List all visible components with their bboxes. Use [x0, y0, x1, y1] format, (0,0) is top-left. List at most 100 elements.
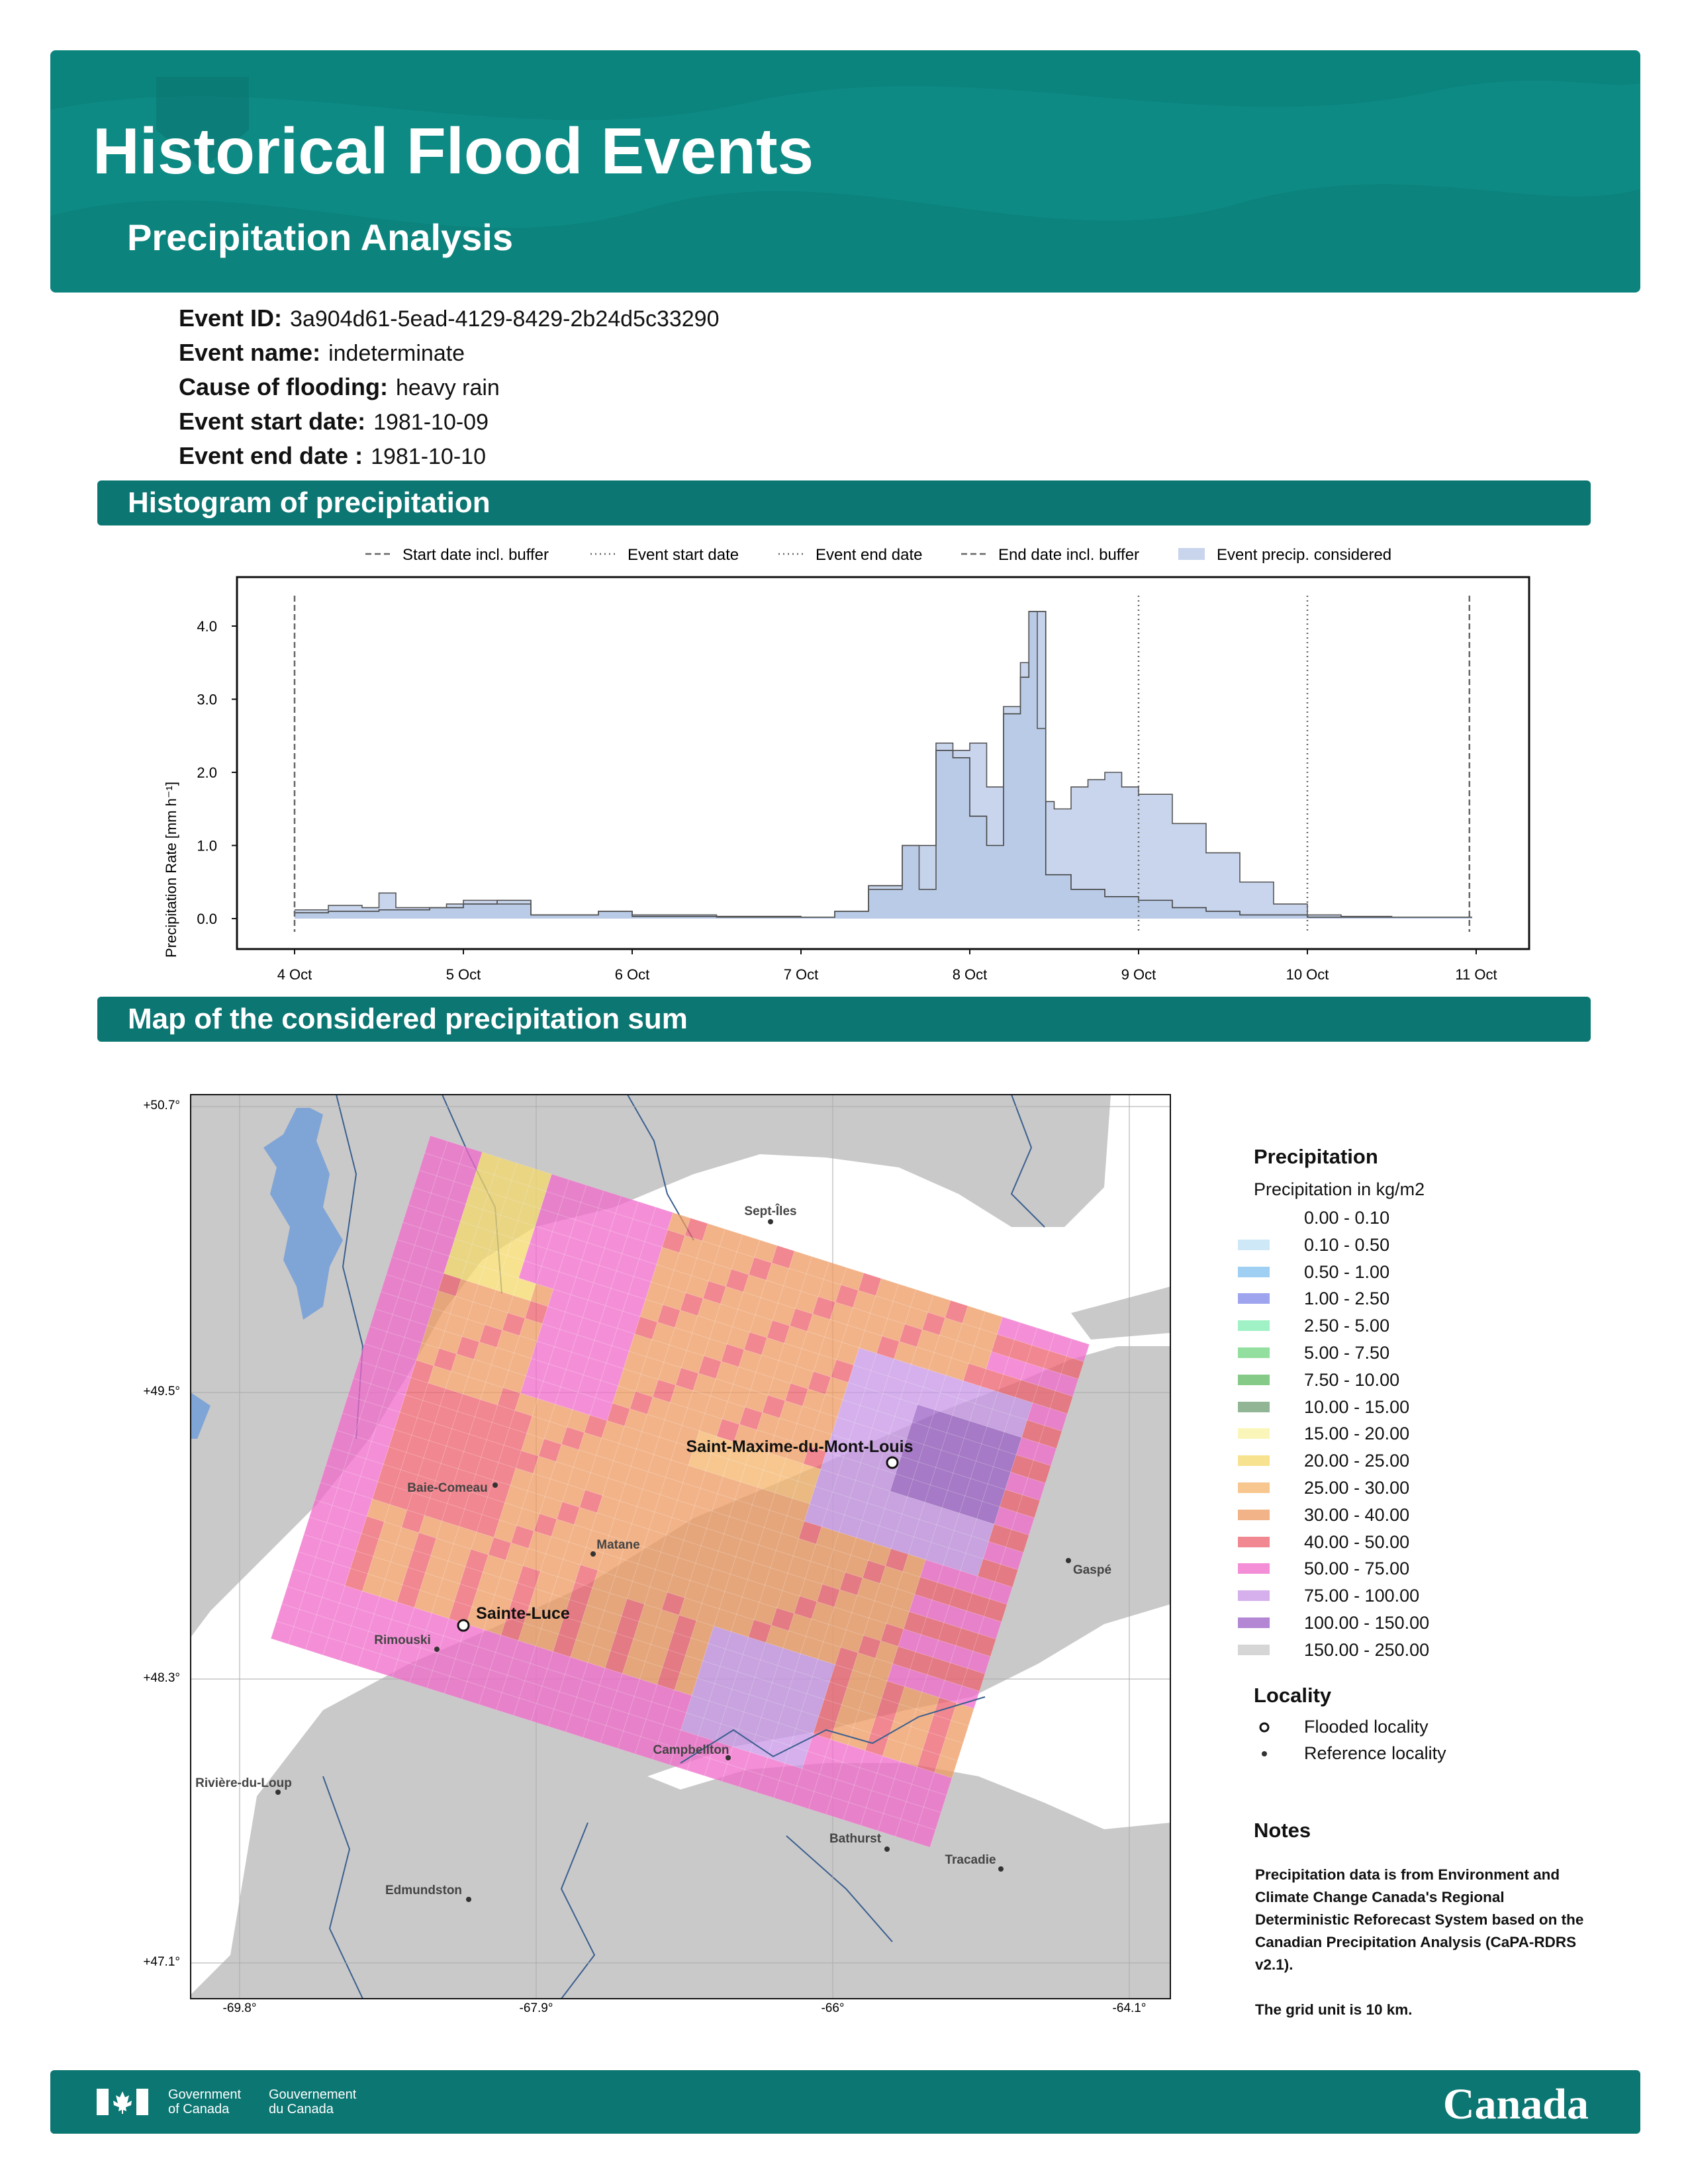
legend-swatch — [1238, 1482, 1270, 1493]
x-tick-label: 10 Oct — [1286, 966, 1329, 983]
flooded-locality-marker — [457, 1619, 470, 1632]
event-start-value: 1981-10-09 — [373, 410, 489, 435]
notes-title: Notes — [1254, 1819, 1311, 1842]
legend-class-label: 20.00 - 25.00 — [1304, 1451, 1410, 1471]
locality-label: Baie-Comeau — [407, 1481, 487, 1495]
histogram-legend: Start date incl. buffer Event start date… — [365, 546, 1391, 564]
canada-flag-icon — [97, 2089, 148, 2115]
event-id-value: 3a904d61-5ead-4129-8429-2b24d5c33290 — [290, 306, 720, 332]
legend-class-label: 10.00 - 15.00 — [1304, 1396, 1410, 1417]
event-cause-value: heavy rain — [395, 375, 500, 400]
event-name-label: Event name: — [179, 339, 321, 366]
y-axis-label: Precipitation Rate [mm h⁻¹] — [163, 782, 179, 958]
legend-class-label: 0.10 - 0.50 — [1304, 1234, 1390, 1255]
reference-locality-marker — [1066, 1558, 1071, 1563]
legend-title: Precipitation — [1254, 1145, 1378, 1168]
legend-swatch — [1238, 1428, 1270, 1439]
reference-locality-marker — [275, 1790, 281, 1795]
legend-swatch — [1238, 1212, 1270, 1223]
legend-class-label: 50.00 - 75.00 — [1304, 1559, 1410, 1579]
event-id-label: Event ID: — [179, 304, 283, 332]
legend-class-label: 100.00 - 150.00 — [1304, 1613, 1430, 1633]
locality-legend-title: Locality — [1254, 1684, 1332, 1707]
gov-en-line1: Government — [168, 2087, 242, 2102]
x-tick-label: 7 Oct — [784, 966, 819, 983]
gov-en-line2: of Canada — [168, 2102, 230, 2116]
flooded-locality-label: Saint-Maxime-du-Mont-Louis — [686, 1437, 913, 1456]
locality-label: Bathurst — [829, 1832, 882, 1846]
y-tick-label: 3.0 — [197, 692, 217, 708]
legend-class-label: 0.50 - 1.00 — [1304, 1261, 1390, 1282]
locality-label: Matane — [596, 1538, 639, 1552]
reference-locality-marker — [434, 1647, 440, 1652]
legend-class-label: 0.00 - 0.10 — [1304, 1208, 1390, 1228]
legend-class-label: 7.50 - 10.00 — [1304, 1369, 1400, 1390]
legend-swatch — [1238, 1563, 1270, 1574]
y-tick-label: 4.0 — [197, 618, 217, 635]
legend-swatch — [1238, 1455, 1270, 1467]
gov-fr-line1: Gouvernement — [269, 2087, 357, 2102]
event-cause-row: Cause of flooding: heavy rain — [179, 373, 500, 401]
event-cause-label: Cause of flooding: — [179, 373, 388, 400]
legend-start-buffer: Start date incl. buffer — [402, 546, 549, 564]
map-section-header: Map of the considered precipitation sum — [97, 997, 1591, 1042]
notes-text: Precipitation data is from Environment a… — [1255, 1866, 1584, 1973]
x-tick-label: 8 Oct — [953, 966, 988, 983]
lat-tick: +49.5° — [143, 1385, 180, 1398]
locality-label: Rivière-du-Loup — [195, 1776, 292, 1790]
locality-label: Gaspé — [1073, 1563, 1111, 1577]
reference-locality-marker — [998, 1866, 1004, 1872]
footer: Government of Canada Gouvernement du Can… — [50, 2070, 1640, 2134]
notes-body: Precipitation data is from Environment a… — [1255, 1864, 1599, 2021]
event-end-row: Event end date : 1981-10-10 — [179, 442, 486, 470]
legend-flooded-label: Flooded locality — [1304, 1717, 1429, 1737]
legend-reference-label: Reference locality — [1304, 1743, 1446, 1763]
reference-locality-marker — [466, 1897, 471, 1902]
legend-swatch — [1238, 1239, 1270, 1250]
notes-grid-unit: The grid unit is 10 km. — [1255, 2001, 1413, 2018]
event-start-label: Event start date: — [179, 408, 366, 435]
legend-end-buffer: End date incl. buffer — [998, 546, 1139, 564]
legend-swatch — [1238, 1644, 1270, 1655]
x-tick-label: 4 Oct — [277, 966, 312, 983]
reference-locality-marker — [768, 1219, 773, 1224]
locality-label: Rimouski — [374, 1633, 431, 1647]
precipitation-histogram: Start date incl. buffer Event start date… — [163, 546, 1530, 983]
locality-label: Campbellton — [653, 1743, 729, 1757]
legend-swatch — [1238, 1509, 1270, 1520]
legend-event-end: Event end date — [816, 546, 922, 564]
canada-wordmark: Canada — [1442, 2080, 1589, 2128]
legend-swatch — [1238, 1347, 1270, 1358]
y-tick-label: 0.0 — [197, 911, 217, 927]
x-tick-label: 6 Oct — [615, 966, 650, 983]
lat-tick: +47.1° — [143, 1955, 180, 1969]
legend-class-label: 150.00 - 250.00 — [1304, 1639, 1430, 1660]
legend-class-label: 2.50 - 5.00 — [1304, 1316, 1390, 1336]
flooded-locality-label: Sainte-Luce — [476, 1604, 570, 1623]
lon-tick: -67.9° — [520, 2001, 553, 2015]
flooded-locality-marker — [886, 1456, 899, 1469]
event-end-value: 1981-10-10 — [371, 444, 486, 469]
legend-considered-swatch — [1178, 548, 1205, 560]
reference-marker-icon — [1262, 1751, 1267, 1756]
precipitation-map: +50.7° +49.5° +48.3° +47.1° -69.8° -67.9… — [143, 1094, 1171, 2015]
legend-class-label: 75.00 - 100.00 — [1304, 1586, 1420, 1606]
event-id-row: Event ID: 3a904d61-5ead-4129-8429-2b24d5c… — [179, 304, 720, 332]
legend-class-label: 40.00 - 50.00 — [1304, 1531, 1410, 1552]
legend-class-label: 25.00 - 30.00 — [1304, 1478, 1410, 1498]
legend-swatch — [1238, 1374, 1270, 1385]
locality-label: Edmundston — [385, 1884, 462, 1897]
legend-swatch — [1238, 1617, 1270, 1628]
gov-fr: Gouvernement du Canada — [269, 2087, 356, 2116]
x-tick-label: 5 Oct — [446, 966, 481, 983]
legend-swatch — [1238, 1590, 1270, 1602]
legend-subtitle: Precipitation in kg/m2 — [1254, 1179, 1425, 1199]
histogram-section-header: Histogram of precipitation — [97, 480, 1591, 525]
legend-event-start: Event start date — [628, 546, 739, 564]
gov-fr-line2: du Canada — [269, 2102, 334, 2116]
legend-class-label: 15.00 - 20.00 — [1304, 1424, 1410, 1444]
lat-tick: +50.7° — [143, 1099, 180, 1113]
lon-tick: -66° — [821, 2001, 844, 2015]
legend-considered: Event precip. considered — [1217, 546, 1391, 564]
page-subtitle: Precipitation Analysis — [127, 216, 513, 258]
